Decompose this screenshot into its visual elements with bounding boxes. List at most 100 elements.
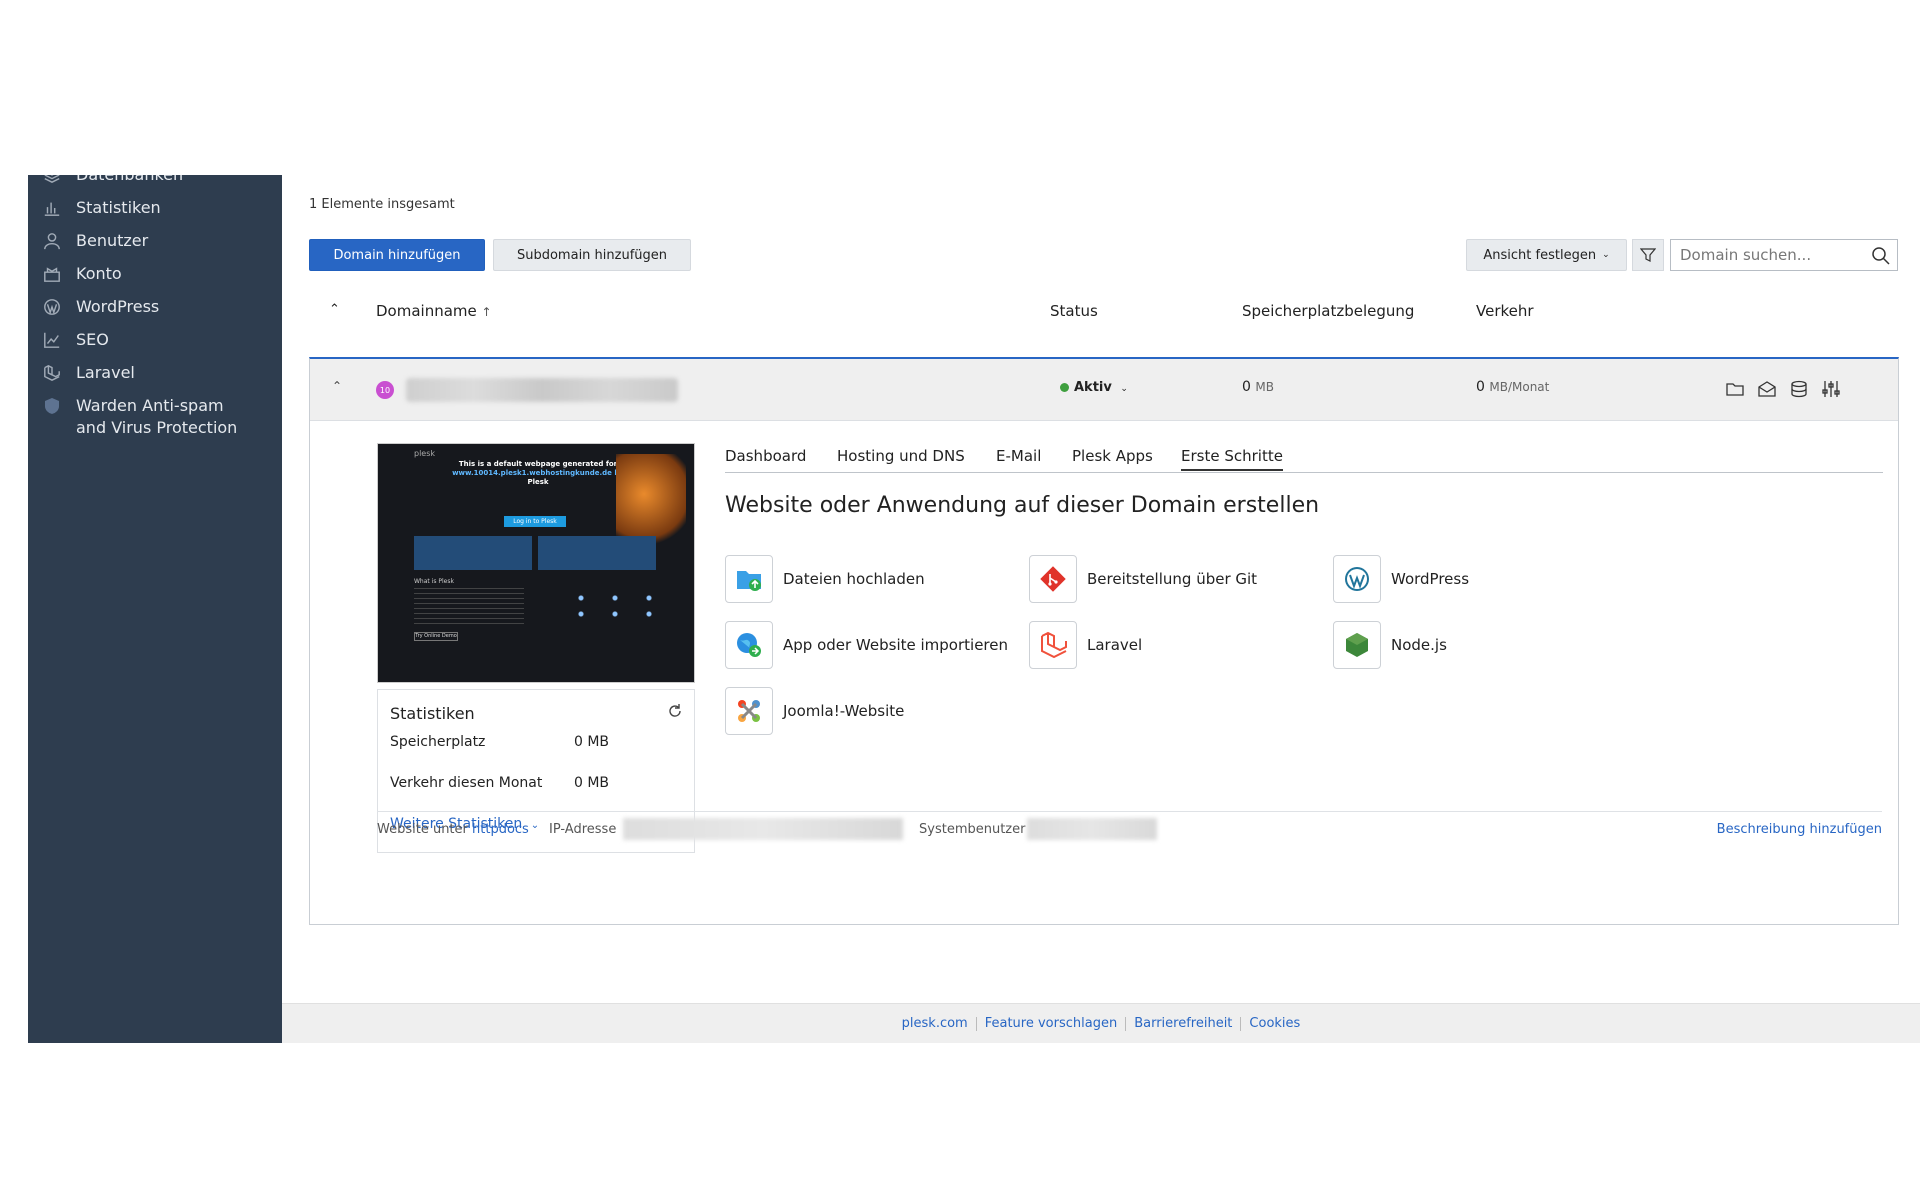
website-prefix: Website unter <box>377 822 468 837</box>
footer-separator <box>975 1016 977 1031</box>
domain-row-header[interactable]: ⌃ 10 Aktiv ⌄ 0 MB 0 MB/Monat <box>310 359 1898 421</box>
storage-usage: 0 MB <box>1242 379 1274 395</box>
domain-row: ⌃ 10 Aktiv ⌄ 0 MB 0 MB/Monat plesk This … <box>309 357 1899 925</box>
chevron-down-icon: ⌄ <box>530 820 540 831</box>
tile-label: Dateien hochladen <box>783 570 925 588</box>
footer-link-feature[interactable]: Feature vorschlagen <box>985 1016 1117 1031</box>
sidebar-item-wordpress[interactable]: WordPress <box>42 296 159 318</box>
sidebar: Datenbanken Statistiken Benutzer Konto W… <box>28 175 282 1043</box>
column-traffic[interactable]: Verkehr <box>1476 302 1534 320</box>
joomla-icon <box>725 687 773 735</box>
tile-joomla[interactable]: Joomla!-Website <box>725 687 904 735</box>
bar-chart-icon <box>42 198 62 218</box>
sidebar-item-account[interactable]: Konto <box>42 263 122 285</box>
collapse-all-icon[interactable]: ⌃ <box>329 302 340 317</box>
import-globe-icon <box>725 621 773 669</box>
sidebar-item-label: WordPress <box>76 297 160 316</box>
database-icon[interactable] <box>1789 379 1809 399</box>
ip-label: IP-Adresse <box>549 822 617 837</box>
tile-wordpress[interactable]: WordPress <box>1333 555 1469 603</box>
preview-card <box>538 536 656 570</box>
sidebar-item-label: Konto <box>76 264 122 283</box>
settings-sliders-icon[interactable] <box>1821 379 1841 399</box>
mail-icon[interactable] <box>1757 379 1777 399</box>
traffic-value: 0 <box>1476 379 1485 395</box>
sidebar-item-label: Warden Anti-spam and Virus Protection <box>76 396 238 437</box>
preview-domain-line: www.10014.plesk1.webhostingkunde.de by <box>452 469 624 477</box>
view-settings-label: Ansicht festlegen <box>1483 247 1597 263</box>
preview-card <box>414 536 532 570</box>
git-icon <box>1029 555 1077 603</box>
sidebar-item-label: SEO <box>76 330 109 349</box>
footer-link-accessibility[interactable]: Barrierefreiheit <box>1134 1016 1232 1031</box>
traffic-stat-value: 0 MB <box>574 775 610 791</box>
nodejs-icon <box>1333 621 1381 669</box>
preview-feature-icons <box>564 590 654 622</box>
sysuser-redacted <box>1027 818 1157 840</box>
preview-text-lines <box>414 588 524 626</box>
column-domain[interactable]: Domainname ↑ <box>376 302 492 320</box>
main-content: 1 Elemente insgesamt Domain hinzufügen S… <box>282 175 1920 1043</box>
tile-laravel[interactable]: Laravel <box>1029 621 1142 669</box>
database-icon <box>42 175 62 185</box>
wordpress-icon <box>42 297 62 317</box>
statistics-title: Statistiken <box>390 704 475 723</box>
tile-nodejs[interactable]: Node.js <box>1333 621 1447 669</box>
domain-info-bar: Website unter httpdocs IP-Adresse System… <box>377 811 1882 840</box>
tab-email[interactable]: E-Mail <box>996 447 1041 465</box>
sidebar-item-users[interactable]: Benutzer <box>42 230 148 252</box>
sidebar-item-databases[interactable]: Datenbanken <box>42 175 183 186</box>
footer-separator <box>1125 1016 1127 1031</box>
laravel-icon <box>1029 621 1077 669</box>
search-input[interactable] <box>1671 246 1861 264</box>
tab-erste-schritte[interactable]: Erste Schritte <box>1181 447 1283 471</box>
plesk-app: Datenbanken Statistiken Benutzer Konto W… <box>28 175 1920 1043</box>
storage-stat-value: 0 MB <box>574 734 610 750</box>
column-status[interactable]: Status <box>1050 302 1098 320</box>
chevron-down-icon: ⌄ <box>1120 384 1128 394</box>
traffic-usage: 0 MB/Monat <box>1476 379 1549 395</box>
collapse-row-icon[interactable]: ⌃ <box>332 379 342 393</box>
website-preview[interactable]: plesk This is a default webpage generate… <box>377 443 695 683</box>
folder-icon[interactable] <box>1725 379 1745 399</box>
tile-git-deploy[interactable]: Bereitstellung über Git <box>1029 555 1257 603</box>
footer-link-cookies[interactable]: Cookies <box>1249 1016 1300 1031</box>
view-settings-dropdown[interactable]: Ansicht festlegen ⌄ <box>1466 239 1627 271</box>
status-badge[interactable]: Aktiv ⌄ <box>1060 379 1128 395</box>
tile-import-app[interactable]: App oder Website importieren <box>725 621 1008 669</box>
preview-headline-line: This is a default webpage generated for <box>458 460 618 468</box>
tab-plesk-apps[interactable]: Plesk Apps <box>1072 447 1153 465</box>
wordpress-icon <box>1333 555 1381 603</box>
section-title: Website oder Anwendung auf dieser Domain… <box>725 493 1320 518</box>
tab-hosting-dns[interactable]: Hosting und DNS <box>837 447 965 465</box>
search-icon[interactable] <box>1871 246 1891 266</box>
domain-name-redacted[interactable] <box>406 378 678 402</box>
user-icon <box>42 231 62 251</box>
sidebar-item-statistics[interactable]: Statistiken <box>42 197 161 219</box>
sysuser-label: Systembenutzer <box>919 822 1026 837</box>
add-domain-button[interactable]: Domain hinzufügen <box>309 239 485 271</box>
refresh-icon[interactable] <box>666 702 684 720</box>
total-count: 1 Elemente insgesamt <box>309 197 455 212</box>
footer-link-plesk[interactable]: plesk.com <box>902 1016 968 1031</box>
domain-search[interactable] <box>1670 239 1898 271</box>
preview-headline: This is a default webpage generated for … <box>438 460 638 487</box>
column-storage[interactable]: Speicherplatzbelegung <box>1242 302 1414 320</box>
tile-upload-files[interactable]: Dateien hochladen <box>725 555 925 603</box>
filter-button[interactable] <box>1632 239 1664 271</box>
sidebar-item-laravel[interactable]: Laravel <box>42 362 135 384</box>
domain-tabs: Dashboard Hosting und DNS E-Mail Plesk A… <box>725 439 1883 473</box>
traffic-label: Verkehr diesen Monat <box>390 775 543 791</box>
add-description-link[interactable]: Beschreibung hinzufügen <box>1717 822 1882 837</box>
sidebar-item-warden[interactable]: Warden Anti-spam and Virus Protection <box>42 395 252 439</box>
httpdocs-link[interactable]: httpdocs <box>472 822 529 837</box>
tab-dashboard[interactable]: Dashboard <box>725 447 806 465</box>
add-subdomain-button[interactable]: Subdomain hinzufügen <box>493 239 691 271</box>
chevron-down-icon: ⌄ <box>1602 250 1610 260</box>
sidebar-item-label: Datenbanken <box>76 175 183 186</box>
preview-brand: plesk <box>414 449 436 458</box>
storage-unit: MB <box>1255 380 1274 394</box>
domain-avatar: 10 <box>376 381 394 399</box>
sidebar-item-seo[interactable]: SEO <box>42 329 109 351</box>
account-icon <box>42 264 62 284</box>
